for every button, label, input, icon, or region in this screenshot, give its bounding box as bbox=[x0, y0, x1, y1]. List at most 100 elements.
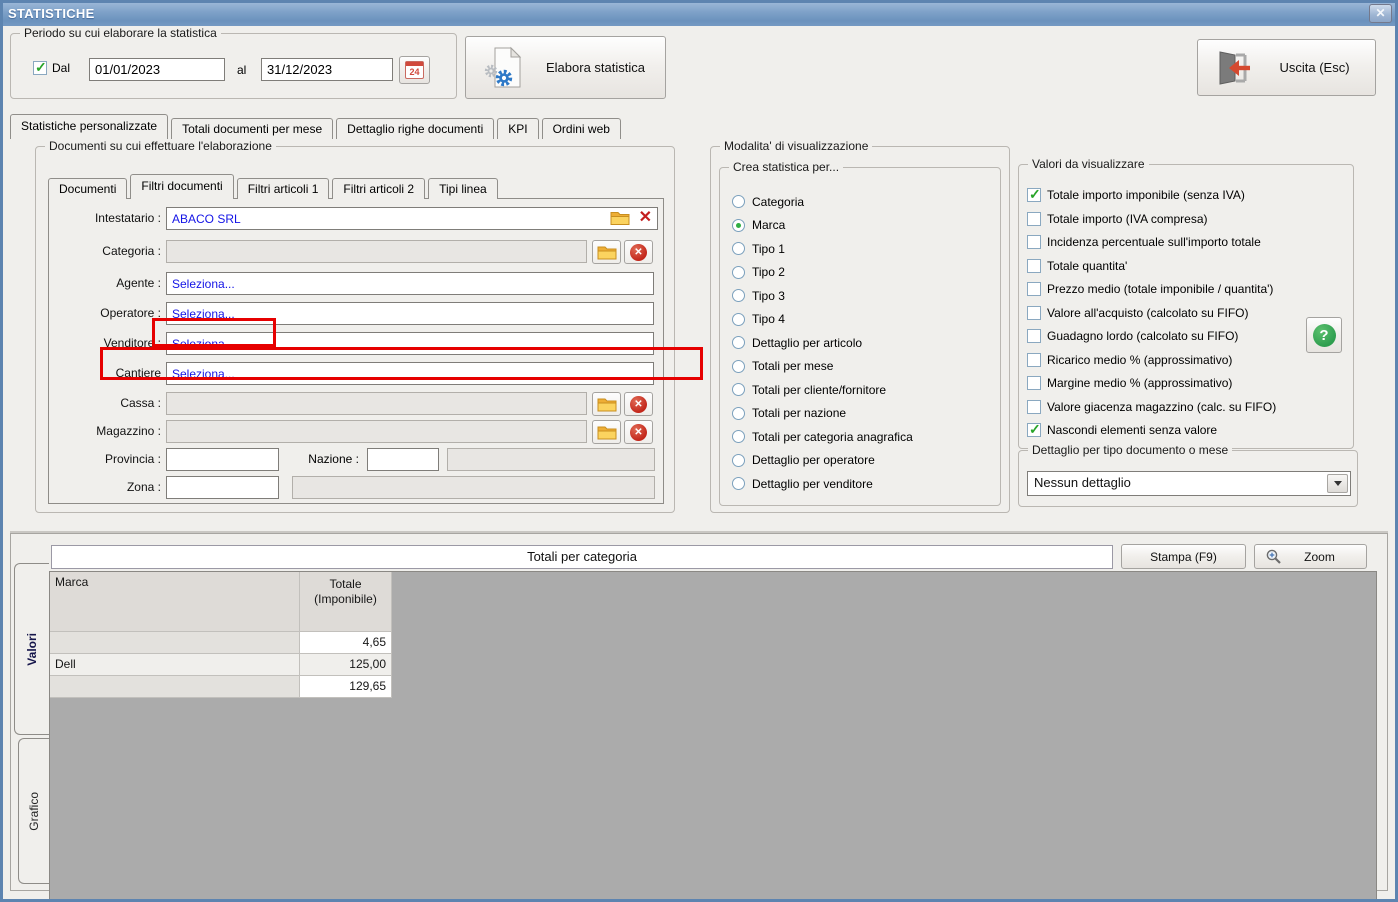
dal-checkbox-icon[interactable] bbox=[33, 59, 47, 76]
tab-tipi-linea[interactable]: Tipi linea bbox=[428, 178, 498, 199]
radio-label: Marca bbox=[752, 218, 786, 232]
checkbox-icon[interactable] bbox=[1027, 305, 1041, 320]
cassa-clear-button[interactable]: ✕ bbox=[624, 392, 653, 416]
radio-option[interactable]: Tipo 3 bbox=[732, 286, 996, 305]
radio-icon[interactable] bbox=[732, 195, 745, 208]
radio-icon[interactable] bbox=[732, 312, 745, 326]
radio-option[interactable]: Tipo 1 bbox=[732, 239, 996, 258]
date-to-input[interactable] bbox=[261, 58, 393, 81]
tab-statistiche-personalizzate[interactable]: Statistiche personalizzate bbox=[10, 114, 169, 139]
radio-option[interactable]: Categoria bbox=[732, 192, 996, 211]
tab-filtri-articoli-1[interactable]: Filtri articoli 1 bbox=[236, 178, 330, 199]
radio-option[interactable]: Totali per nazione bbox=[732, 404, 996, 423]
close-button[interactable]: ✕ bbox=[1369, 3, 1392, 23]
checkbox-option[interactable]: Nascondi elementi senza valore bbox=[1027, 421, 1347, 439]
radio-icon[interactable] bbox=[732, 218, 745, 232]
tab-filtri-documenti[interactable]: Filtri documenti bbox=[130, 174, 234, 199]
cell-totale: 4,65 bbox=[300, 632, 392, 654]
checkbox-icon[interactable] bbox=[1027, 352, 1041, 367]
checkbox-option[interactable]: Margine medio % (approssimativo) bbox=[1027, 374, 1347, 392]
checkbox-icon[interactable] bbox=[1027, 376, 1041, 390]
uscita-button[interactable]: Uscita (Esc) bbox=[1197, 39, 1376, 96]
date-from-input[interactable] bbox=[89, 58, 225, 81]
dettaglio-dropdown[interactable]: Nessun dettaglio bbox=[1027, 471, 1351, 496]
checkbox-option[interactable]: Prezzo medio (totale imponibile / quanti… bbox=[1027, 280, 1347, 298]
radio-icon[interactable] bbox=[732, 359, 745, 373]
checkbox-icon[interactable] bbox=[1027, 258, 1041, 273]
radio-option[interactable]: Dettaglio per articolo bbox=[732, 333, 996, 352]
checkbox-option[interactable]: Totale importo (IVA compresa) bbox=[1027, 210, 1347, 228]
stampa-button[interactable]: Stampa (F9) bbox=[1121, 544, 1246, 569]
provincia-input[interactable] bbox=[166, 448, 279, 471]
clear-x-icon[interactable]: ✕ bbox=[639, 208, 652, 228]
checkbox-icon[interactable] bbox=[1027, 186, 1041, 203]
radio-icon[interactable] bbox=[732, 477, 745, 490]
categoria-clear-button[interactable]: ✕ bbox=[624, 240, 653, 264]
magazzino-browse-button[interactable] bbox=[592, 420, 621, 444]
checkbox-icon[interactable] bbox=[1027, 421, 1041, 438]
radio-icon[interactable] bbox=[732, 383, 745, 396]
results-title: Totali per categoria bbox=[51, 545, 1113, 569]
zoom-button[interactable]: Zoom bbox=[1254, 544, 1367, 569]
venditore-input[interactable] bbox=[166, 332, 654, 355]
checkbox-option[interactable]: Totale quantita' bbox=[1027, 257, 1347, 275]
checkbox-icon[interactable] bbox=[1027, 235, 1041, 249]
magazzino-clear-button[interactable]: ✕ bbox=[624, 420, 653, 444]
radio-option[interactable]: Totali per mese bbox=[732, 357, 996, 376]
nazione-input[interactable] bbox=[367, 448, 439, 471]
checkbox-option[interactable]: Incidenza percentuale sull'importo total… bbox=[1027, 233, 1347, 251]
tab-kpi[interactable]: KPI bbox=[497, 118, 539, 139]
radio-icon[interactable] bbox=[732, 430, 745, 443]
tab-totali-documenti-per-mese[interactable]: Totali documenti per mese bbox=[171, 118, 334, 139]
cassa-browse-button[interactable] bbox=[592, 392, 621, 416]
table-row[interactable]: 129,65 bbox=[50, 676, 393, 698]
agente-label: Agente : bbox=[116, 276, 161, 290]
tab-grafico[interactable]: Grafico bbox=[18, 738, 49, 884]
table-row[interactable]: Dell 125,00 bbox=[50, 654, 393, 676]
radio-icon[interactable] bbox=[732, 289, 745, 302]
operatore-input[interactable] bbox=[166, 302, 654, 325]
checkbox-option[interactable]: Valore giacenza magazzino (calc. su FIFO… bbox=[1027, 398, 1347, 416]
checkbox-option[interactable]: Totale importo imponibile (senza IVA) bbox=[1027, 186, 1347, 204]
crea-statistica-options: Categoria Marca Tipo 1 Tipo 2 Tipo 3 Tip… bbox=[732, 192, 996, 493]
calendar-button[interactable]: 24 bbox=[399, 56, 430, 84]
radio-option[interactable]: Dettaglio per operatore bbox=[732, 451, 996, 470]
radio-option[interactable]: Marca bbox=[732, 216, 996, 235]
tab-filtri-articoli-2[interactable]: Filtri articoli 2 bbox=[332, 178, 426, 199]
checkbox-icon[interactable] bbox=[1027, 329, 1041, 343]
agente-input[interactable] bbox=[166, 272, 654, 295]
tab-valori[interactable]: Valori bbox=[14, 563, 49, 735]
zona-input[interactable] bbox=[166, 476, 279, 499]
radio-option[interactable]: Tipo 2 bbox=[732, 263, 996, 282]
checkbox-option[interactable]: Valore all'acquisto (calcolato su FIFO) bbox=[1027, 304, 1347, 322]
radio-icon[interactable] bbox=[732, 265, 745, 279]
table-row[interactable]: 4,65 bbox=[50, 632, 393, 654]
checkbox-option[interactable]: Guadagno lordo (calcolato su FIFO) bbox=[1027, 327, 1347, 345]
radio-option[interactable]: Totali per categoria anagrafica bbox=[732, 427, 996, 446]
checkbox-option[interactable]: Ricarico medio % (approssimativo) bbox=[1027, 351, 1347, 369]
radio-icon[interactable] bbox=[732, 336, 745, 349]
tab-ordini-web[interactable]: Ordini web bbox=[541, 118, 621, 139]
tab-documenti[interactable]: Documenti bbox=[48, 178, 128, 199]
dal-checkbox-row[interactable]: Dal bbox=[33, 59, 70, 76]
radio-icon[interactable] bbox=[732, 242, 745, 255]
elabora-statistica-button[interactable]: Elabora statistica bbox=[465, 36, 666, 99]
period-group-label: Periodo su cui elaborare la statistica bbox=[20, 26, 221, 40]
modalita-group: Modalita' di visualizzazione Crea statis… bbox=[710, 139, 1010, 513]
radio-option[interactable]: Totali per cliente/fornitore bbox=[732, 380, 996, 399]
tab-dettaglio-righe-documenti[interactable]: Dettaglio righe documenti bbox=[336, 118, 495, 139]
dropdown-arrow-button[interactable] bbox=[1327, 474, 1348, 493]
checkbox-icon[interactable] bbox=[1027, 211, 1041, 226]
categoria-browse-button[interactable] bbox=[592, 240, 621, 264]
radio-option[interactable]: Dettaglio per venditore bbox=[732, 474, 996, 493]
radio-option[interactable]: Tipo 4 bbox=[732, 310, 996, 329]
checkbox-icon[interactable] bbox=[1027, 282, 1041, 296]
help-button[interactable]: ? bbox=[1306, 317, 1342, 353]
radio-icon[interactable] bbox=[732, 406, 745, 420]
crea-statistica-group: Crea statistica per... Categoria Marca T… bbox=[719, 160, 1001, 506]
intestatario-input[interactable] bbox=[166, 207, 658, 230]
cantiere-input[interactable] bbox=[166, 362, 654, 385]
radio-icon[interactable] bbox=[732, 453, 745, 467]
checkbox-icon[interactable] bbox=[1027, 399, 1041, 414]
folder-icon[interactable] bbox=[610, 210, 630, 226]
